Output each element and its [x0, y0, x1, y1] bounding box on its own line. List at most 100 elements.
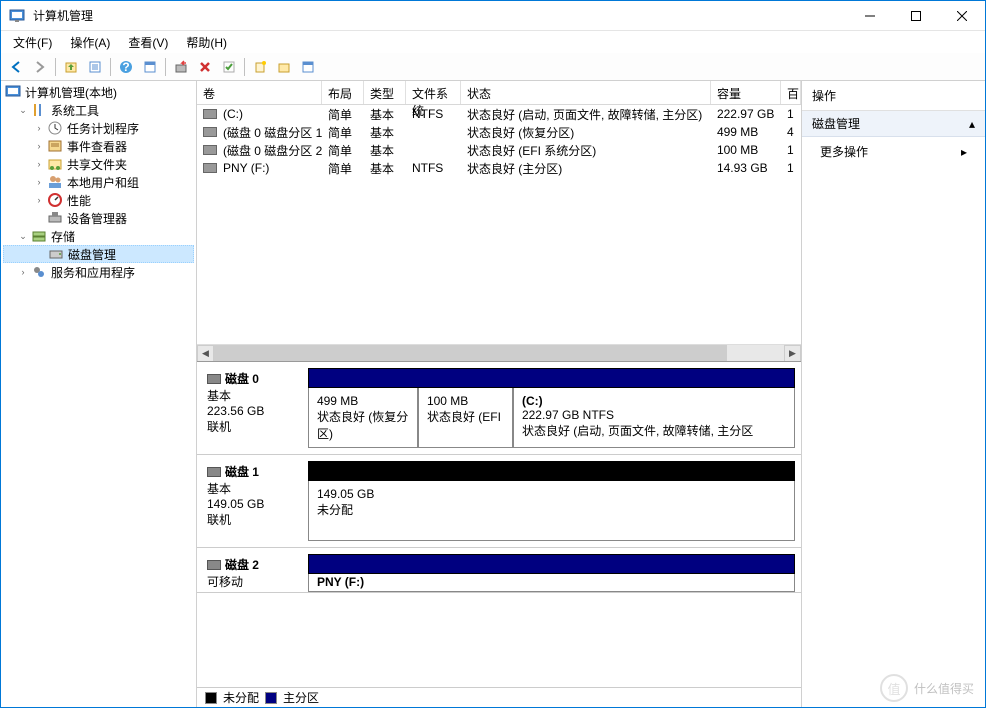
disk-state: 联机 — [207, 418, 304, 435]
partition[interactable]: (C:) 222.97 GB NTFS 状态良好 (启动, 页面文件, 故障转储… — [513, 388, 795, 448]
tree-root[interactable]: 计算机管理(本地) — [3, 83, 194, 101]
vol-capacity: 222.97 GB — [711, 106, 781, 122]
part-size: 149.05 GB — [317, 487, 786, 501]
part-size: 222.97 GB NTFS — [522, 408, 786, 422]
part-status: 状态良好 (EFI — [427, 408, 504, 425]
vol-name: PNY (F:) — [223, 161, 269, 175]
device-icon — [47, 210, 63, 226]
delete-button[interactable] — [194, 56, 216, 78]
disk-row-2[interactable]: 磁盘 2 可移动 PNY (F:) — [197, 548, 801, 593]
menu-action[interactable]: 操作(A) — [62, 32, 118, 53]
disk-type: 可移动 — [207, 573, 304, 590]
col-capacity[interactable]: 容量 — [711, 81, 781, 104]
horizontal-scrollbar[interactable]: ◀ ▶ — [197, 344, 801, 361]
expander-icon[interactable]: › — [33, 158, 45, 170]
col-type[interactable]: 类型 — [364, 81, 406, 104]
view-button[interactable] — [139, 56, 161, 78]
services-icon — [31, 264, 47, 280]
col-volume[interactable]: 卷 — [197, 81, 322, 104]
volume-row[interactable]: (磁盘 0 磁盘分区 1) 简单 基本 状态良好 (恢复分区) 499 MB 4 — [197, 123, 801, 141]
vol-name: (磁盘 0 磁盘分区 2) — [223, 142, 322, 159]
tree-local-users[interactable]: › 本地用户和组 — [3, 173, 194, 191]
partition[interactable]: 149.05 GB 未分配 — [308, 481, 795, 541]
app-icon — [9, 8, 25, 24]
tree-systools[interactable]: ⌄ 系统工具 — [3, 101, 194, 119]
col-status[interactable]: 状态 — [461, 81, 711, 104]
scroll-left-icon[interactable]: ◀ — [197, 345, 214, 362]
disk-row-1[interactable]: 磁盘 1 基本 149.05 GB 联机 149.05 GB 未分配 — [197, 455, 801, 548]
actions-more-label: 更多操作 — [820, 143, 868, 160]
volume-row[interactable]: (C:) 简单 基本 NTFS 状态良好 (启动, 页面文件, 故障转储, 主分… — [197, 105, 801, 123]
col-filesystem[interactable]: 文件系统 — [406, 81, 461, 104]
expander-icon[interactable]: ⌄ — [17, 230, 29, 242]
legend-unallocated: 未分配 — [223, 689, 259, 706]
tree-device-manager[interactable]: 设备管理器 — [3, 209, 194, 227]
tree-storage[interactable]: ⌄ 存储 — [3, 227, 194, 245]
vol-layout: 简单 — [322, 105, 364, 124]
tree-event-viewer[interactable]: › 事件查看器 — [3, 137, 194, 155]
maximize-button[interactable] — [893, 1, 939, 31]
volume-body[interactable]: (C:) 简单 基本 NTFS 状态良好 (启动, 页面文件, 故障转储, 主分… — [197, 105, 801, 344]
tree-shared-folders[interactable]: › 共享文件夹 — [3, 155, 194, 173]
scroll-thumb[interactable] — [214, 345, 727, 362]
refresh-button[interactable] — [170, 56, 192, 78]
volume-list: 卷 布局 类型 文件系统 状态 容量 百 (C:) 简单 基本 NTFS 状态良… — [197, 81, 801, 361]
back-button[interactable] — [5, 56, 27, 78]
disk-size: 223.56 GB — [207, 404, 304, 418]
col-last[interactable]: 百 — [781, 81, 801, 104]
center-panel: 卷 布局 类型 文件系统 状态 容量 百 (C:) 简单 基本 NTFS 状态良… — [197, 81, 802, 707]
tree-task-scheduler[interactable]: › 任务计划程序 — [3, 119, 194, 137]
expander-icon[interactable]: › — [33, 122, 45, 134]
partition[interactable]: 100 MB 状态良好 (EFI — [418, 388, 513, 448]
vol-fs: NTFS — [406, 160, 461, 176]
actions-more[interactable]: 更多操作 ▸ — [802, 137, 985, 166]
vol-last: 1 — [781, 142, 801, 158]
close-button[interactable] — [939, 1, 985, 31]
new-button[interactable] — [249, 56, 271, 78]
expander-icon[interactable]: › — [33, 140, 45, 152]
disk-partitions: 149.05 GB 未分配 — [308, 461, 795, 541]
separator — [110, 58, 111, 76]
expander-icon[interactable]: ⌄ — [17, 104, 29, 116]
disk-label: 磁盘 2 — [225, 556, 259, 573]
scroll-right-icon[interactable]: ▶ — [784, 345, 801, 362]
vol-fs: NTFS — [406, 106, 461, 122]
up-button[interactable] — [60, 56, 82, 78]
menu-help[interactable]: 帮助(H) — [178, 32, 235, 53]
window-title: 计算机管理 — [33, 7, 847, 24]
help-button[interactable]: ? — [115, 56, 137, 78]
vol-layout: 简单 — [322, 123, 364, 142]
tree-services[interactable]: › 服务和应用程序 — [3, 263, 194, 281]
spacer — [34, 248, 46, 260]
settings-button[interactable] — [297, 56, 319, 78]
partition[interactable]: 499 MB 状态良好 (恢复分区) — [308, 388, 418, 448]
check-button[interactable] — [218, 56, 240, 78]
legend-bar: 未分配 主分区 — [197, 687, 801, 707]
volume-row[interactable]: (磁盘 0 磁盘分区 2) 简单 基本 状态良好 (EFI 系统分区) 100 … — [197, 141, 801, 159]
disk-bar — [308, 554, 795, 574]
scroll-track[interactable] — [214, 345, 784, 362]
col-layout[interactable]: 布局 — [322, 81, 364, 104]
menu-file[interactable]: 文件(F) — [5, 32, 60, 53]
tree-panel[interactable]: 计算机管理(本地) ⌄ 系统工具 › 任务计划程序 › 事件查看器 › 共享文件… — [1, 81, 197, 707]
tree-label: 服务和应用程序 — [51, 264, 135, 281]
properties-button[interactable] — [84, 56, 106, 78]
part-status: 状态良好 (启动, 页面文件, 故障转储, 主分区 — [522, 422, 786, 439]
partition[interactable]: PNY (F:) — [308, 574, 795, 592]
volume-row[interactable]: PNY (F:) 简单 基本 NTFS 状态良好 (主分区) 14.93 GB … — [197, 159, 801, 177]
expander-icon[interactable]: › — [33, 176, 45, 188]
tree-performance[interactable]: › 性能 — [3, 191, 194, 209]
actions-panel: 操作 磁盘管理 ▴ 更多操作 ▸ — [802, 81, 985, 707]
actions-section[interactable]: 磁盘管理 ▴ — [802, 111, 985, 137]
tree-disk-management[interactable]: 磁盘管理 — [3, 245, 194, 263]
separator — [244, 58, 245, 76]
expander-icon[interactable]: › — [33, 194, 45, 206]
separator — [165, 58, 166, 76]
disk-row-0[interactable]: 磁盘 0 基本 223.56 GB 联机 499 MB 状态良好 (恢复分区) … — [197, 362, 801, 455]
tools-icon — [31, 102, 47, 118]
forward-button[interactable] — [29, 56, 51, 78]
menu-view[interactable]: 查看(V) — [120, 32, 176, 53]
minimize-button[interactable] — [847, 1, 893, 31]
expander-icon[interactable]: › — [17, 266, 29, 278]
folder-button[interactable] — [273, 56, 295, 78]
